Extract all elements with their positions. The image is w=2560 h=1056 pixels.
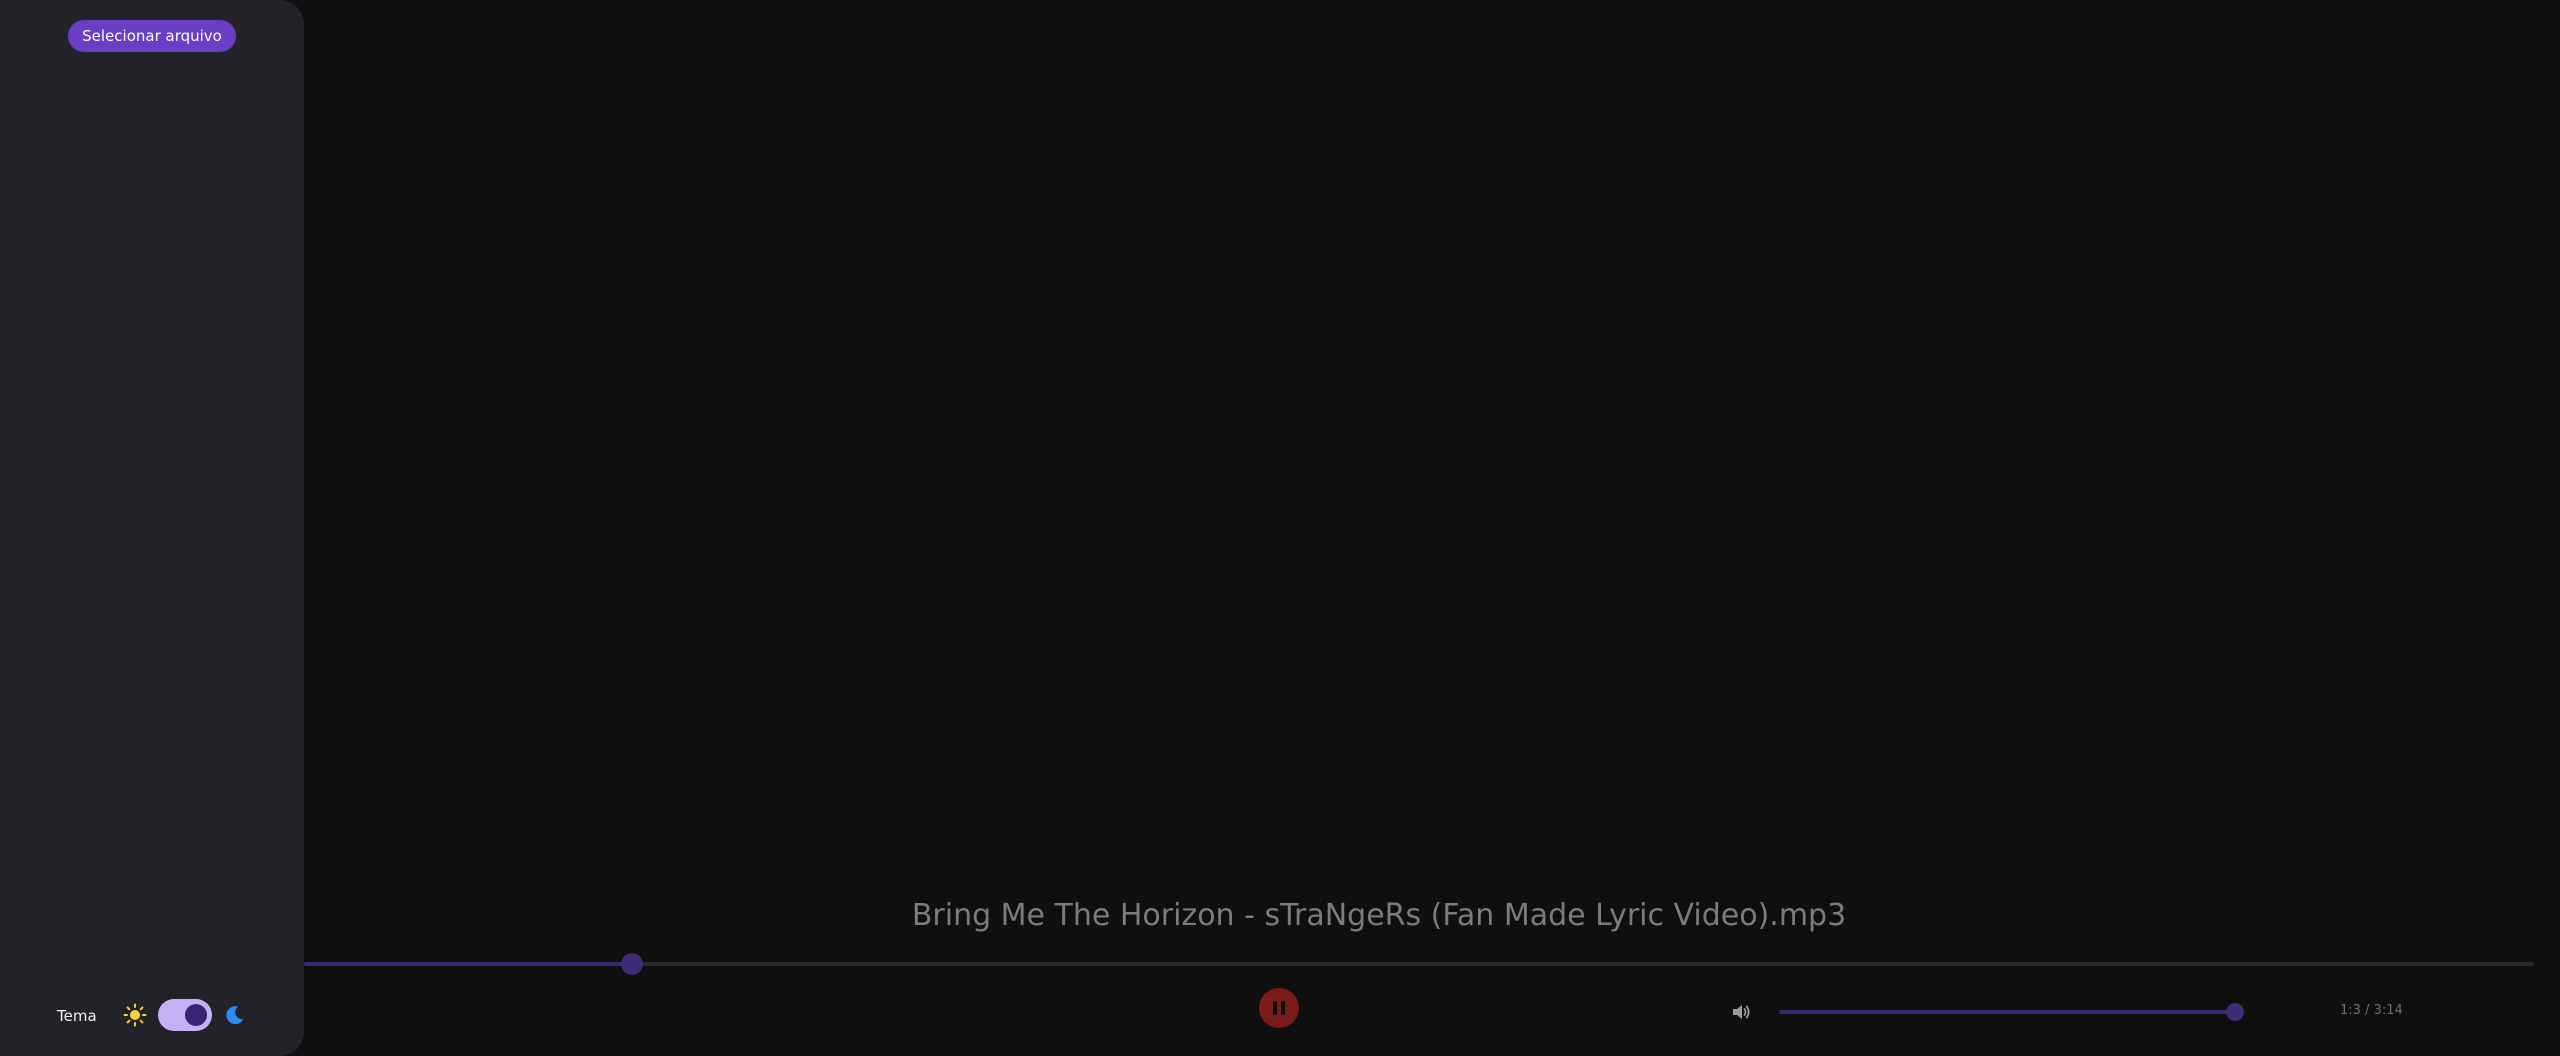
volume-icon[interactable] bbox=[1730, 1001, 1752, 1023]
volume-slider-fill bbox=[1779, 1010, 2235, 1014]
volume-slider-thumb[interactable] bbox=[2225, 1003, 2244, 1021]
sun-icon bbox=[123, 1003, 147, 1027]
theme-label: Tema bbox=[57, 1007, 97, 1025]
seek-bar[interactable] bbox=[304, 953, 2534, 975]
theme-toggle[interactable] bbox=[158, 999, 212, 1031]
time-readout: 1:3 / 3:14 bbox=[2340, 1003, 2403, 1018]
seek-bar-fill bbox=[304, 962, 632, 966]
sidebar: Selecionar arquivo Tema bbox=[0, 0, 304, 1056]
pause-button[interactable] bbox=[1259, 988, 1299, 1028]
audio-player-app: Selecionar arquivo Tema Bring Me The Hor… bbox=[0, 0, 2560, 1056]
moon-icon bbox=[224, 1004, 246, 1026]
theme-switcher: Tema bbox=[0, 998, 304, 1034]
theme-toggle-knob bbox=[185, 1004, 207, 1026]
seek-bar-thumb[interactable] bbox=[620, 953, 643, 975]
select-file-button[interactable]: Selecionar arquivo bbox=[68, 20, 236, 52]
volume-slider[interactable] bbox=[1779, 1003, 2244, 1021]
track-title: Bring Me The Horizon - sTraNgeRs (Fan Ma… bbox=[911, 898, 1847, 933]
pause-icon bbox=[1273, 1001, 1285, 1015]
